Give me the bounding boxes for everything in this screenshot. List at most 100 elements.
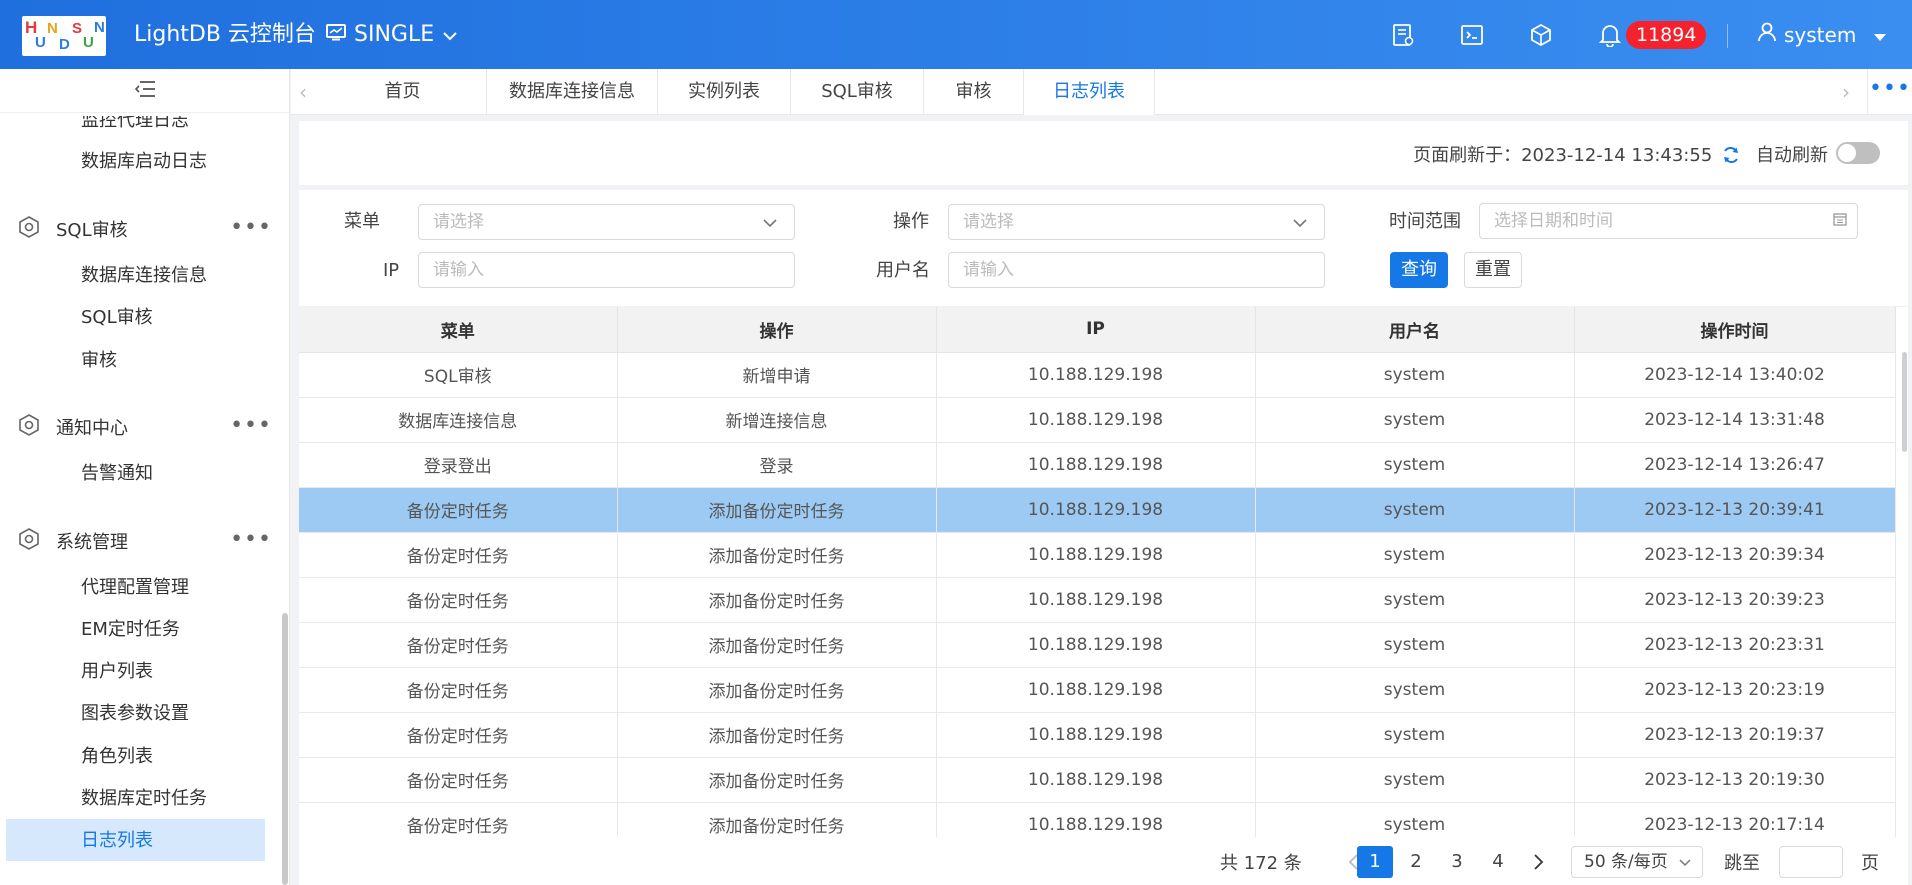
cell-menu: 备份定时任务	[299, 712, 618, 758]
table-row[interactable]: 数据库连接信息 新增连接信息 10.188.129.198 system 2023-12…	[299, 397, 1896, 443]
user-name: system	[1784, 23, 1857, 47]
sidebar-item-audit[interactable]: 审核	[81, 349, 117, 373]
next-page-icon[interactable]	[1521, 846, 1557, 878]
table-row[interactable]: 备份定时任务 添加备份定时任务 10.188.129.198 system 2023-1…	[299, 577, 1896, 623]
sidebar-group-notification[interactable]: 通知中心 •••	[18, 411, 278, 443]
sidebar-scrollbar[interactable]	[282, 613, 288, 885]
table-row[interactable]: 备份定时任务 添加备份定时任务 10.188.129.198 system 2023-1…	[299, 712, 1896, 758]
ip-placeholder: 请输入	[433, 260, 484, 280]
tab-scroll-right-icon[interactable]: ›	[1836, 82, 1856, 102]
user-menu[interactable]: system	[1758, 21, 1887, 49]
reset-button[interactable]: 重置	[1464, 252, 1522, 288]
page-size-select[interactable]: 50 条/每页	[1571, 846, 1703, 878]
cell-time: 2023-12-13 20:39:41	[1574, 487, 1896, 533]
column-header-username[interactable]: 用户名	[1255, 307, 1575, 353]
operation-select[interactable]: 请选择	[948, 204, 1325, 240]
cell-operation: 添加备份定时任务	[617, 487, 937, 533]
terminal-icon[interactable]	[1459, 22, 1485, 48]
cell-operation: 添加备份定时任务	[617, 757, 937, 803]
cell-time: 2023-12-13 20:17:14	[1574, 802, 1896, 837]
more-icon[interactable]: •••	[230, 415, 272, 437]
tab-scroll-left-icon[interactable]: ‹	[293, 82, 313, 102]
sidebar-item-chart-params[interactable]: 图表参数设置	[81, 702, 189, 726]
auto-refresh-toggle[interactable]	[1836, 142, 1880, 164]
tab-sql-audit[interactable]: SQL审核	[791, 69, 924, 115]
refresh-panel: 页面刷新于：2023-12-14 13:43:55 自动刷新	[299, 121, 1908, 185]
table-row[interactable]: SQL审核 新增申请 10.188.129.198 system 2023-12-14 …	[299, 352, 1896, 398]
cube-icon[interactable]	[1528, 22, 1554, 48]
time-range-picker[interactable]: 选择日期和时间	[1479, 203, 1858, 239]
table-row[interactable]: 登录登出 登录 10.188.129.198 system 2023-12-14 13:…	[299, 442, 1896, 488]
tab-instance-list[interactable]: 实例列表	[658, 69, 791, 115]
sidebar-group-sql-audit[interactable]: SQL审核 •••	[18, 213, 278, 245]
table-row[interactable]: 备份定时任务 添加备份定时任务 10.188.129.198 system 2023-1…	[299, 757, 1896, 803]
operation-select-placeholder: 请选择	[963, 212, 1014, 232]
cell-operation: 添加备份定时任务	[617, 622, 937, 668]
log-table-container: 菜单 操作 IP 用户名 操作时间 SQL审核 新增申请 10.188.129.19…	[299, 307, 1908, 837]
calendar-icon	[1833, 204, 1847, 238]
cell-username: system	[1255, 442, 1575, 488]
filter-form: 菜单 请选择 操作 请选择 时间范围 选择日期和时间 IP 请输入 用户名 请输…	[299, 190, 1908, 306]
cell-username: system	[1255, 532, 1575, 578]
menu-fold-icon	[134, 80, 156, 102]
more-icon[interactable]: •••	[230, 217, 272, 239]
bell-icon[interactable]	[1597, 22, 1623, 48]
sidebar-item-log-list[interactable]: 日志列表	[81, 829, 153, 853]
sidebar-item-db-startup-log[interactable]: 数据库启动日志	[81, 150, 207, 174]
tab-log-list[interactable]: 日志列表	[1024, 69, 1155, 115]
page-button-1[interactable]: 1	[1357, 846, 1393, 878]
sidebar-item-db-connection[interactable]: 数据库连接信息	[81, 264, 207, 288]
sidebar-group-system[interactable]: 系统管理 •••	[18, 525, 278, 557]
sidebar-item-db-cron[interactable]: 数据库定时任务	[81, 787, 207, 811]
sidebar-collapse-button[interactable]	[0, 69, 289, 113]
sidebar-item-role-list[interactable]: 角色列表	[81, 745, 153, 769]
tab-audit[interactable]: 审核	[924, 69, 1024, 115]
report-icon[interactable]	[1390, 22, 1416, 48]
logo-letter-u: U	[35, 34, 46, 51]
cell-menu: 备份定时任务	[299, 757, 618, 803]
username-input[interactable]: 请输入	[948, 252, 1325, 288]
table-row[interactable]: 备份定时任务 添加备份定时任务 10.188.129.198 system 2023-1…	[299, 802, 1896, 837]
table-row[interactable]: 备份定时任务 添加备份定时任务 10.188.129.198 system 2023-1…	[299, 622, 1896, 668]
logo-letter-u2: U	[83, 34, 94, 51]
sidebar-item-user-list[interactable]: 用户列表	[81, 660, 153, 684]
table-row[interactable]: 备份定时任务 添加备份定时任务 10.188.129.198 system 2023-1…	[299, 487, 1896, 533]
cell-ip: 10.188.129.198	[936, 667, 1256, 713]
total-count: 共 172 条	[1220, 853, 1302, 874]
hundsun-logo[interactable]: H U N D S U N	[22, 16, 106, 56]
cell-ip: 10.188.129.198	[936, 712, 1256, 758]
app-title: LightDB 云控制台	[134, 22, 316, 47]
page-button-2[interactable]: 2	[1398, 846, 1434, 878]
tab-home[interactable]: 首页	[319, 69, 487, 115]
page-button-3[interactable]: 3	[1439, 846, 1475, 878]
cell-username: system	[1255, 352, 1575, 398]
table-row[interactable]: 备份定时任务 添加备份定时任务 10.188.129.198 system 2023-1…	[299, 532, 1896, 578]
refresh-icon[interactable]	[1722, 146, 1740, 169]
more-tabs-icon[interactable]: •••	[1867, 69, 1912, 115]
column-header-time[interactable]: 操作时间	[1574, 307, 1896, 353]
sidebar-item-agent-config[interactable]: 代理配置管理	[81, 576, 189, 600]
notification-badge[interactable]: 11894	[1626, 21, 1707, 49]
column-header-ip[interactable]: IP	[936, 307, 1256, 353]
table-row[interactable]: 备份定时任务 添加备份定时任务 10.188.129.198 system 2023-1…	[299, 667, 1896, 713]
ip-input[interactable]: 请输入	[418, 252, 795, 288]
jump-page-input[interactable]	[1779, 846, 1843, 878]
column-header-menu[interactable]: 菜单	[299, 307, 618, 353]
cell-ip: 10.188.129.198	[936, 577, 1256, 623]
table-scrollbar[interactable]	[1902, 352, 1907, 452]
tab-db-connection[interactable]: 数据库连接信息	[487, 69, 658, 115]
cell-username: system	[1255, 802, 1575, 837]
sidebar-item-em-cron[interactable]: EM定时任务	[81, 618, 180, 642]
chevron-down-icon	[1292, 206, 1308, 240]
more-icon[interactable]: •••	[230, 529, 272, 551]
query-button[interactable]: 查询	[1390, 252, 1448, 288]
page-button-4[interactable]: 4	[1480, 846, 1516, 878]
sidebar-item-alert-notice[interactable]: 告警通知	[81, 462, 153, 486]
cell-username: system	[1255, 757, 1575, 803]
sidebar-item-sql-audit[interactable]: SQL审核	[81, 306, 153, 330]
env-selector[interactable]: SINGLE	[326, 22, 458, 48]
column-header-operation[interactable]: 操作	[617, 307, 937, 353]
log-table: 菜单 操作 IP 用户名 操作时间 SQL审核 新增申请 10.188.129.19…	[299, 307, 1896, 837]
sidebar: 监控代理日志 数据库启动日志 SQL审核 ••• 数据库连接信息 SQL审核 审…	[0, 69, 290, 885]
menu-select[interactable]: 请选择	[418, 204, 795, 240]
